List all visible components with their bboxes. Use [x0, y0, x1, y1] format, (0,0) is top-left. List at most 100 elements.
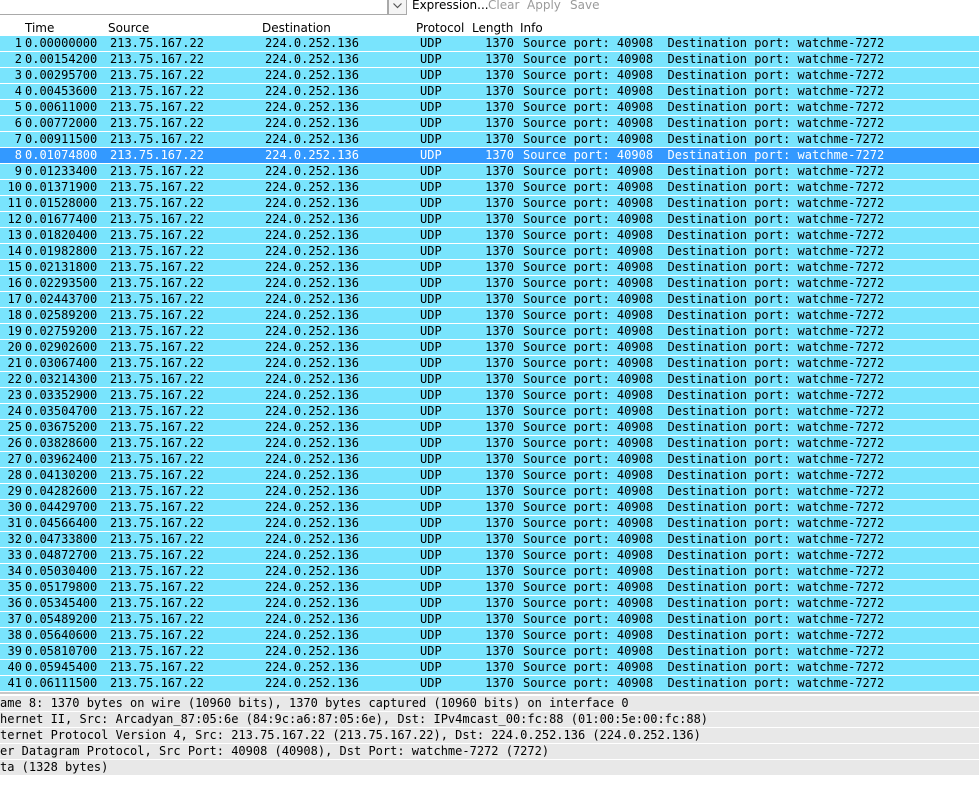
- column-header-time[interactable]: Time: [25, 21, 54, 35]
- packet-row[interactable]: 6 0.00772000 213.75.167.22 224.0.252.136 UDP…: [0, 116, 979, 132]
- packet-time: 0.01820400: [25, 228, 98, 242]
- packet-list[interactable]: 1 0.00000000 213.75.167.22 224.0.252.136 UDP…: [0, 36, 979, 692]
- packet-info: Source port: 40908 Destination port: wat…: [523, 324, 885, 338]
- packet-row[interactable]: 33 0.04872700 213.75.167.22 224.0.252.136 UD…: [0, 548, 979, 564]
- filter-dropdown-button[interactable]: [388, 0, 407, 15]
- detail-tree-item[interactable]: ta (1328 bytes): [0, 760, 979, 776]
- detail-tree-item[interactable]: ternet Protocol Version 4, Src: 213.75.1…: [0, 728, 979, 744]
- packet-row[interactable]: 9 0.01233400 213.75.167.22 224.0.252.136 UDP…: [0, 164, 979, 180]
- packet-row[interactable]: 25 0.03675200 213.75.167.22 224.0.252.136 UD…: [0, 420, 979, 436]
- packet-length: 1370: [485, 340, 514, 354]
- packet-number: 32: [7, 532, 22, 546]
- packet-number: 6: [14, 116, 22, 130]
- expression-button[interactable]: Expression...: [412, 0, 489, 13]
- packet-protocol: UDP: [420, 420, 442, 434]
- column-header-destination[interactable]: Destination: [262, 21, 331, 35]
- packet-info: Source port: 40908 Destination port: wat…: [523, 68, 885, 82]
- packet-info: Source port: 40908 Destination port: wat…: [523, 452, 885, 466]
- column-header-length[interactable]: Length: [472, 21, 513, 35]
- packet-number: 2: [14, 52, 22, 66]
- packet-row[interactable]: 31 0.04566400 213.75.167.22 224.0.252.136 UD…: [0, 516, 979, 532]
- packet-time: 0.04130200: [25, 468, 98, 482]
- packet-row[interactable]: 1 0.00000000 213.75.167.22 224.0.252.136 UDP…: [0, 36, 979, 52]
- packet-protocol: UDP: [420, 532, 442, 546]
- packet-source: 213.75.167.22: [110, 548, 204, 562]
- detail-tree-item[interactable]: ame 8: 1370 bytes on wire (10960 bits), …: [0, 696, 979, 712]
- display-filter-input[interactable]: [0, 0, 388, 15]
- packet-row[interactable]: 34 0.05030400 213.75.167.22 224.0.252.136 UD…: [0, 564, 979, 580]
- packet-row[interactable]: 11 0.01528000 213.75.167.22 224.0.252.136 UD…: [0, 196, 979, 212]
- packet-number: 15: [7, 260, 22, 274]
- packet-source: 213.75.167.22: [110, 180, 204, 194]
- packet-number: 20: [7, 340, 22, 354]
- packet-row[interactable]: 23 0.03352900 213.75.167.22 224.0.252.136 UD…: [0, 388, 979, 404]
- detail-tree-item[interactable]: er Datagram Protocol, Src Port: 40908 (4…: [0, 744, 979, 760]
- packet-protocol: UDP: [420, 276, 442, 290]
- packet-protocol: UDP: [420, 244, 442, 258]
- packet-time: 0.01677400: [25, 212, 98, 226]
- packet-row[interactable]: 19 0.02759200 213.75.167.22 224.0.252.136 UD…: [0, 324, 979, 340]
- packet-time: 0.00911500: [25, 132, 98, 146]
- packet-row[interactable]: 22 0.03214300 213.75.167.22 224.0.252.136 UD…: [0, 372, 979, 388]
- packet-row[interactable]: 35 0.05179800 213.75.167.22 224.0.252.136 UD…: [0, 580, 979, 596]
- apply-button[interactable]: Apply: [527, 0, 561, 13]
- packet-length: 1370: [485, 468, 514, 482]
- packet-destination: 224.0.252.136: [265, 660, 359, 674]
- packet-row[interactable]: 41 0.06111500 213.75.167.22 224.0.252.136 UD…: [0, 676, 979, 692]
- packet-row[interactable]: 10 0.01371900 213.75.167.22 224.0.252.136 UD…: [0, 180, 979, 196]
- packet-info: Source port: 40908 Destination port: wat…: [523, 148, 885, 162]
- packet-protocol: UDP: [420, 356, 442, 370]
- packet-destination: 224.0.252.136: [265, 180, 359, 194]
- packet-length: 1370: [485, 420, 514, 434]
- packet-source: 213.75.167.22: [110, 436, 204, 450]
- packet-info: Source port: 40908 Destination port: wat…: [523, 676, 885, 690]
- packet-row[interactable]: 36 0.05345400 213.75.167.22 224.0.252.136 UD…: [0, 596, 979, 612]
- packet-destination: 224.0.252.136: [265, 228, 359, 242]
- packet-protocol: UDP: [420, 468, 442, 482]
- clear-button[interactable]: Clear: [488, 0, 519, 13]
- packet-row[interactable]: 38 0.05640600 213.75.167.22 224.0.252.136 UD…: [0, 628, 979, 644]
- packet-row[interactable]: 8 0.01074800 213.75.167.22 224.0.252.136 UDP…: [0, 148, 979, 164]
- packet-row[interactable]: 18 0.02589200 213.75.167.22 224.0.252.136 UD…: [0, 308, 979, 324]
- packet-row[interactable]: 32 0.04733800 213.75.167.22 224.0.252.136 UD…: [0, 532, 979, 548]
- packet-row[interactable]: 27 0.03962400 213.75.167.22 224.0.252.136 UD…: [0, 452, 979, 468]
- packet-row[interactable]: 39 0.05810700 213.75.167.22 224.0.252.136 UD…: [0, 644, 979, 660]
- packet-row[interactable]: 3 0.00295700 213.75.167.22 224.0.252.136 UDP…: [0, 68, 979, 84]
- packet-row[interactable]: 4 0.00453600 213.75.167.22 224.0.252.136 UDP…: [0, 84, 979, 100]
- column-header-info[interactable]: Info: [520, 21, 543, 35]
- packet-number: 16: [7, 276, 22, 290]
- packet-row[interactable]: 29 0.04282600 213.75.167.22 224.0.252.136 UD…: [0, 484, 979, 500]
- packet-row[interactable]: 13 0.01820400 213.75.167.22 224.0.252.136 UD…: [0, 228, 979, 244]
- packet-row[interactable]: 2 0.00154200 213.75.167.22 224.0.252.136 UDP…: [0, 52, 979, 68]
- packet-row[interactable]: 37 0.05489200 213.75.167.22 224.0.252.136 UD…: [0, 612, 979, 628]
- column-header-protocol[interactable]: Protocol: [416, 21, 464, 35]
- packet-protocol: UDP: [420, 212, 442, 226]
- packet-destination: 224.0.252.136: [265, 372, 359, 386]
- packet-row[interactable]: 16 0.02293500 213.75.167.22 224.0.252.136 UD…: [0, 276, 979, 292]
- packet-row[interactable]: 26 0.03828600 213.75.167.22 224.0.252.136 UD…: [0, 436, 979, 452]
- packet-length: 1370: [485, 596, 514, 610]
- packet-row[interactable]: 40 0.05945400 213.75.167.22 224.0.252.136 UD…: [0, 660, 979, 676]
- detail-tree-item[interactable]: hernet II, Src: Arcadyan_87:05:6e (84:9c…: [0, 712, 979, 728]
- packet-length: 1370: [485, 516, 514, 530]
- packet-row[interactable]: 5 0.00611000 213.75.167.22 224.0.252.136 UDP…: [0, 100, 979, 116]
- packet-source: 213.75.167.22: [110, 116, 204, 130]
- packet-row[interactable]: 7 0.00911500 213.75.167.22 224.0.252.136 UDP…: [0, 132, 979, 148]
- packet-row[interactable]: 14 0.01982800 213.75.167.22 224.0.252.136 UD…: [0, 244, 979, 260]
- packet-time: 0.03828600: [25, 436, 98, 450]
- packet-row[interactable]: 20 0.02902600 213.75.167.22 224.0.252.136 UD…: [0, 340, 979, 356]
- packet-source: 213.75.167.22: [110, 196, 204, 210]
- column-header-source[interactable]: Source: [108, 21, 149, 35]
- packet-row[interactable]: 24 0.03504700 213.75.167.22 224.0.252.136 UD…: [0, 404, 979, 420]
- packet-time: 0.03675200: [25, 420, 98, 434]
- packet-row[interactable]: 28 0.04130200 213.75.167.22 224.0.252.136 UD…: [0, 468, 979, 484]
- save-button[interactable]: Save: [570, 0, 599, 13]
- packet-time: 0.04733800: [25, 532, 98, 546]
- packet-row[interactable]: 12 0.01677400 213.75.167.22 224.0.252.136 UD…: [0, 212, 979, 228]
- packet-destination: 224.0.252.136: [265, 36, 359, 50]
- packet-row[interactable]: 17 0.02443700 213.75.167.22 224.0.252.136 UD…: [0, 292, 979, 308]
- packet-row[interactable]: 21 0.03067400 213.75.167.22 224.0.252.136 UD…: [0, 356, 979, 372]
- packet-info: Source port: 40908 Destination port: wat…: [523, 628, 885, 642]
- packet-row[interactable]: 30 0.04429700 213.75.167.22 224.0.252.136 UD…: [0, 500, 979, 516]
- packet-row[interactable]: 15 0.02131800 213.75.167.22 224.0.252.136 UD…: [0, 260, 979, 276]
